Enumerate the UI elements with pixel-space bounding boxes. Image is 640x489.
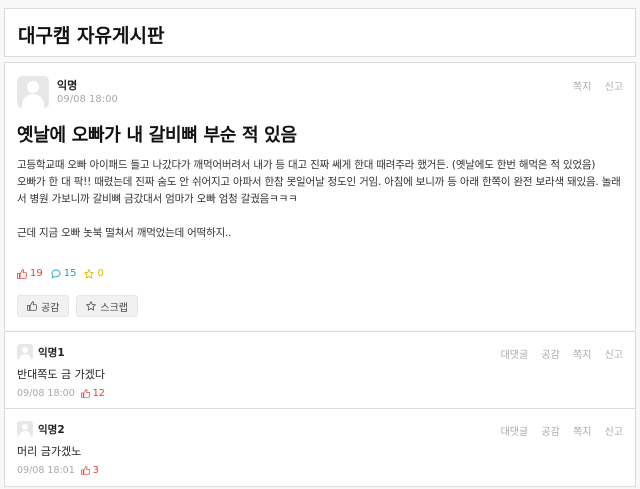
comment-meta: 09/08 18:00 12 bbox=[17, 388, 105, 399]
scrap-count: 0 bbox=[84, 268, 104, 279]
board-title[interactable]: 대구캠 자유게시판 bbox=[18, 21, 164, 48]
comment-like-count: 12 bbox=[80, 388, 105, 399]
like-link[interactable]: 공감 bbox=[541, 427, 559, 438]
thumbs-up-icon bbox=[80, 389, 90, 398]
comment-icon bbox=[51, 268, 61, 279]
avatar bbox=[17, 344, 33, 360]
post-article: 익명 09/08 18:00 쪽지 신고 옛날에 오빠가 내 갈비뼈 부순 적 … bbox=[4, 62, 636, 330]
comment-item: 익명1 대댓글 공감 쪽지 신고 반대쪽도 금 가겠다 09/08 18:00 … bbox=[4, 331, 636, 409]
like-link[interactable]: 공감 bbox=[541, 350, 559, 361]
report-link[interactable]: 신고 bbox=[605, 427, 623, 438]
comment-meta: 09/08 18:01 3 bbox=[17, 465, 99, 476]
reply-link[interactable]: 대댓글 bbox=[501, 427, 529, 438]
post-title: 옛날에 오빠가 내 갈비뼈 부순 적 있음 bbox=[17, 125, 297, 146]
star-icon bbox=[86, 301, 97, 311]
comment-actions: 대댓글 공감 쪽지 신고 bbox=[491, 346, 623, 361]
post-paragraph: 오빠가 한 대 팍!! 때렸는데 진짜 숨도 안 쉬어지고 아파서 한참 못일어… bbox=[17, 176, 621, 205]
comment-author: 익명1 bbox=[38, 347, 65, 359]
message-link[interactable]: 쪽지 bbox=[573, 427, 591, 438]
comment-date: 09/08 18:01 bbox=[17, 465, 75, 476]
board-header: 대구캠 자유게시판 bbox=[4, 8, 636, 57]
thumbs-up-icon bbox=[17, 268, 27, 279]
like-button[interactable]: 공감 bbox=[17, 295, 70, 317]
post-counts: 19 15 0 bbox=[17, 268, 104, 279]
comment-actions: 대댓글 공감 쪽지 신고 bbox=[491, 423, 623, 438]
post-date: 09/08 18:00 bbox=[57, 94, 118, 105]
scrap-button[interactable]: 스크랩 bbox=[76, 295, 139, 317]
comment-text: 머리 금가겠노 bbox=[17, 445, 82, 458]
avatar bbox=[17, 421, 33, 437]
reply-link[interactable]: 대댓글 bbox=[501, 350, 529, 361]
thumbs-up-icon bbox=[80, 466, 90, 475]
like-count: 19 bbox=[17, 268, 43, 279]
report-link[interactable]: 신고 bbox=[605, 350, 623, 361]
post-body: 고등학교때 오빠 아이패드 들고 나갔다가 깨먹어버려서 내가 등 대고 진짜 … bbox=[17, 157, 623, 242]
report-link[interactable]: 신고 bbox=[605, 82, 623, 93]
comment-count: 15 bbox=[51, 268, 76, 279]
comment-text: 반대쪽도 금 가겠다 bbox=[17, 368, 105, 381]
star-icon bbox=[84, 268, 95, 279]
thumbs-up-icon bbox=[27, 301, 37, 311]
post-buttons: 공감 스크랩 bbox=[17, 295, 139, 317]
message-link[interactable]: 쪽지 bbox=[573, 350, 591, 361]
post-paragraph: 근데 지금 오빠 놋북 떨쳐서 깨먹었는데 어떡하지.. bbox=[17, 227, 232, 239]
message-link[interactable]: 쪽지 bbox=[573, 82, 591, 93]
comment-like-count: 3 bbox=[80, 465, 99, 476]
comment-author: 익명2 bbox=[38, 424, 65, 436]
comment-item: 익명2 대댓글 공감 쪽지 신고 머리 금가겠노 09/08 18:01 3 bbox=[4, 409, 636, 487]
comment-date: 09/08 18:00 bbox=[17, 388, 75, 399]
post-author: 익명 bbox=[57, 79, 78, 92]
post-paragraph: 고등학교때 오빠 아이패드 들고 나갔다가 깨먹어버려서 내가 등 대고 진짜 … bbox=[17, 159, 596, 171]
post-actions: 쪽지 신고 bbox=[563, 78, 623, 93]
avatar bbox=[17, 76, 49, 108]
